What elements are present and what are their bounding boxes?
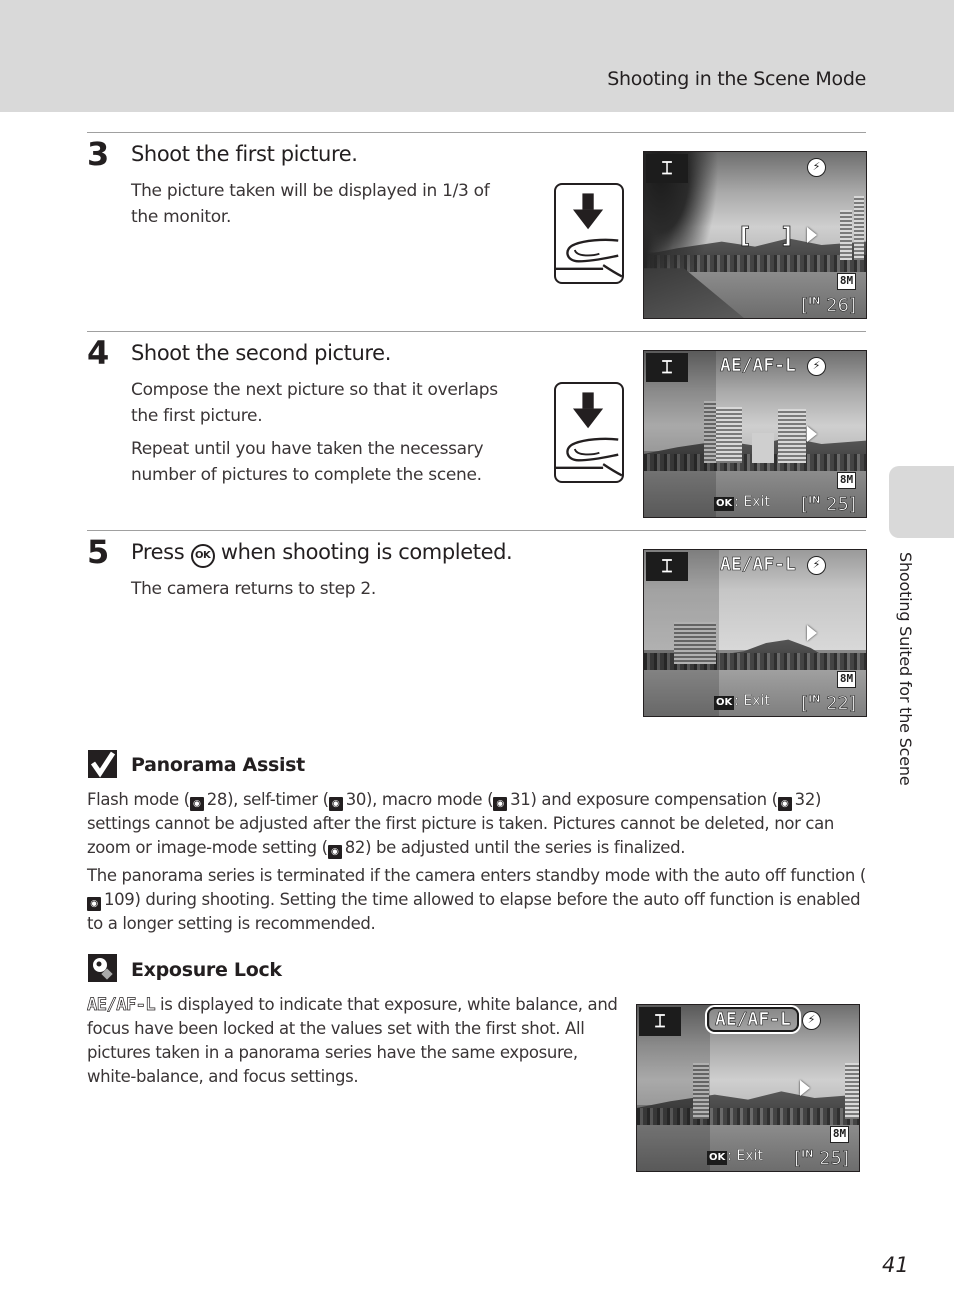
ae-af-lock-indicator: AE/AF-L <box>87 995 156 1016</box>
panorama-icon: ⌶ <box>639 1007 681 1036</box>
panorama-icon: ⌶ <box>646 353 688 382</box>
note-body: AE/AF-L is displayed to indicate that ex… <box>87 993 622 1089</box>
page-reference-icon: ◉ <box>328 797 343 811</box>
note-paragraph: Flash mode (◉ 28), self-timer (◉ 30), macr… <box>87 790 834 859</box>
note-title: Exposure Lock <box>131 959 282 981</box>
note-paragraph: AE/AF-L is displayed to indicate that ex… <box>87 995 618 1086</box>
divider <box>87 331 866 332</box>
ae-af-lock-indicator: AE/AF-L <box>707 1007 799 1032</box>
page-number: 41 <box>882 1253 909 1277</box>
step-paragraph: The picture taken will be displayed in 1… <box>131 181 490 227</box>
step-title: Press OK when shooting is completed. <box>131 540 513 568</box>
shutter-press-icon <box>554 382 624 483</box>
pan-direction-arrow-icon <box>807 426 817 442</box>
note-title: Panorama Assist <box>131 754 305 776</box>
page-reference-icon: ◉ <box>189 797 204 811</box>
page-reference-icon: ◉ <box>327 845 342 859</box>
note-paragraph: The panorama series is terminated if the… <box>87 866 866 933</box>
step-body: The camera returns to step 2. <box>131 577 531 603</box>
focus-area-bracket: [ ] <box>740 224 804 250</box>
image-size-icon: 8M <box>837 671 856 688</box>
step-title: Shoot the first picture. <box>131 142 358 166</box>
page-reference[interactable]: 30 <box>346 790 367 809</box>
camera-monitor-screen: ⌶ AE/AF-L ⚡ 8M OK: Exit [IN 25] <box>636 1004 860 1172</box>
page-reference-icon: ◉ <box>493 797 508 811</box>
chapter-label: Shooting Suited for the Scene <box>896 552 915 786</box>
ae-af-lock-indicator: AE/AF-L <box>720 554 796 576</box>
image-size-icon: 8M <box>837 472 856 489</box>
step-number: 3 <box>87 135 110 173</box>
step-number: 5 <box>87 533 110 571</box>
exposures-remaining: [IN 25] <box>794 1148 849 1170</box>
shutter-press-icon <box>554 183 624 284</box>
flash-off-icon: ⚡ <box>807 158 826 177</box>
camera-monitor-screen: ⌶ ⚡ [ ] 8M [IN 26] <box>643 151 867 319</box>
page-reference[interactable]: 31 <box>510 790 531 809</box>
image-size-icon: 8M <box>837 273 856 290</box>
page-reference[interactable]: 32 <box>795 790 816 809</box>
panorama-icon: ⌶ <box>646 154 688 183</box>
page-reference[interactable]: 82 <box>345 838 366 857</box>
pan-direction-arrow-icon <box>800 1080 810 1096</box>
ok-button-icon: OK <box>190 544 215 568</box>
camera-monitor-screen: ⌶ AE/AF-L ⚡ 8M OK: Exit [IN 22] <box>643 549 867 717</box>
step-paragraph: Repeat until you have taken the necessar… <box>131 439 484 485</box>
ok-exit-hint: OK: Exit <box>707 1148 763 1165</box>
page-reference-icon: ◉ <box>87 897 101 911</box>
step-paragraph: Compose the next picture so that it over… <box>131 380 498 426</box>
flash-off-icon: ⚡ <box>807 357 826 376</box>
divider <box>87 132 866 133</box>
page-reference[interactable]: 109 <box>104 890 135 909</box>
step-paragraph: The camera returns to step 2. <box>131 579 377 599</box>
pan-direction-arrow-icon <box>807 625 817 641</box>
exposures-remaining: [IN 25] <box>801 494 856 516</box>
section-title: Shooting in the Scene Mode <box>607 68 866 90</box>
checkmark-icon <box>88 750 117 778</box>
camera-monitor-screen: ⌶ AE/AF-L ⚡ 8M OK: Exit [IN 25] <box>643 350 867 518</box>
note-body: Flash mode (◉ 28), self-timer (◉ 30), macr… <box>87 788 867 936</box>
page-reference-icon: ◉ <box>777 797 792 811</box>
flash-off-icon: ⚡ <box>807 556 826 575</box>
panorama-icon: ⌶ <box>646 552 688 581</box>
chapter-tab <box>889 466 954 538</box>
step-number: 4 <box>87 334 110 372</box>
lightbulb-icon <box>88 954 117 982</box>
ae-af-lock-indicator: AE/AF-L <box>720 355 796 377</box>
exposures-remaining: [IN 26] <box>801 295 856 317</box>
exposures-remaining: [IN 22] <box>801 693 856 715</box>
flash-off-icon: ⚡ <box>802 1011 821 1030</box>
image-size-icon: 8M <box>830 1126 849 1143</box>
divider <box>87 530 866 531</box>
ok-exit-hint: OK: Exit <box>714 494 770 511</box>
step-body: The picture taken will be displayed in 1… <box>131 179 511 230</box>
page-reference[interactable]: 28 <box>207 790 228 809</box>
step-body: Compose the next picture so that it over… <box>131 378 511 488</box>
ok-exit-hint: OK: Exit <box>714 693 770 710</box>
header-band <box>0 0 954 112</box>
step-title: Shoot the second picture. <box>131 341 391 365</box>
pan-direction-arrow-icon <box>807 227 817 243</box>
